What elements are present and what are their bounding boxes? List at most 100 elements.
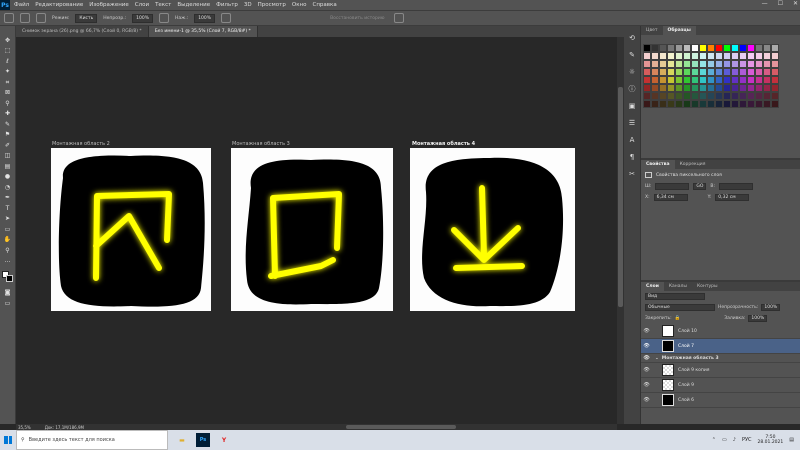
- visibility-eye-icon[interactable]: 👁: [641, 367, 652, 373]
- swatch[interactable]: [739, 44, 747, 52]
- menu-select[interactable]: Выделение: [177, 2, 210, 8]
- swatch[interactable]: [707, 92, 715, 100]
- swatch[interactable]: [683, 44, 691, 52]
- swatch[interactable]: [771, 100, 779, 108]
- start-button[interactable]: [0, 430, 16, 450]
- swatch[interactable]: [731, 100, 739, 108]
- network-icon[interactable]: ▭: [722, 437, 727, 443]
- swatch[interactable]: [747, 68, 755, 76]
- swatch[interactable]: [691, 52, 699, 60]
- swatch[interactable]: [643, 92, 651, 100]
- swatch[interactable]: [643, 60, 651, 68]
- swatch[interactable]: [707, 84, 715, 92]
- pressure-size-icon[interactable]: [393, 13, 404, 23]
- swatch[interactable]: [683, 100, 691, 108]
- swatch[interactable]: [667, 52, 675, 60]
- swatch[interactable]: [707, 76, 715, 84]
- horizontal-scroll-thumb[interactable]: [346, 425, 456, 429]
- swatch[interactable]: [683, 60, 691, 68]
- swatch[interactable]: [691, 100, 699, 108]
- swatch[interactable]: [723, 76, 731, 84]
- zoom-level[interactable]: 35,5%: [18, 425, 31, 430]
- paragraph-panel-icon[interactable]: ¶: [627, 151, 638, 162]
- swatch[interactable]: [771, 60, 779, 68]
- notifications-icon[interactable]: ▤: [789, 437, 794, 443]
- swatch[interactable]: [731, 68, 739, 76]
- swatch[interactable]: [739, 68, 747, 76]
- swatch[interactable]: [659, 92, 667, 100]
- y-field[interactable]: 0,32 см: [715, 194, 750, 201]
- taskbar-search[interactable]: ⚲ Введите здесь текст для поиска: [16, 430, 168, 450]
- swatch[interactable]: [731, 76, 739, 84]
- swatch[interactable]: [691, 84, 699, 92]
- swatch[interactable]: [715, 60, 723, 68]
- width-field[interactable]: [655, 183, 690, 190]
- swatch[interactable]: [763, 76, 771, 84]
- tab-untitled-document[interactable]: Без имени-1 @ 35,5% (Слой 7, RGB/8#) *: [148, 26, 258, 37]
- swatch[interactable]: [667, 76, 675, 84]
- character-panel-icon[interactable]: A: [627, 134, 638, 145]
- dodge-tool-icon[interactable]: ◔: [3, 183, 12, 192]
- libraries-icon[interactable]: ☰: [627, 117, 638, 128]
- swatch[interactable]: [723, 84, 731, 92]
- frame-tool-icon[interactable]: ⊠: [3, 89, 12, 98]
- swatch[interactable]: [675, 60, 683, 68]
- layer-opacity-field[interactable]: 100%: [761, 304, 781, 311]
- swatch[interactable]: [723, 52, 731, 60]
- swatch[interactable]: [755, 92, 763, 100]
- swatch[interactable]: [675, 76, 683, 84]
- link-icon[interactable]: GO: [693, 183, 707, 190]
- swatch[interactable]: [667, 84, 675, 92]
- swatch[interactable]: [715, 68, 723, 76]
- swatch[interactable]: [659, 84, 667, 92]
- screen-mode-icon[interactable]: ▭: [3, 299, 12, 308]
- menu-file[interactable]: Файл: [14, 2, 29, 8]
- mode-select[interactable]: Кисть: [75, 13, 98, 23]
- swatch[interactable]: [715, 100, 723, 108]
- maximize-button[interactable]: ☐: [778, 0, 783, 7]
- swatch[interactable]: [659, 100, 667, 108]
- swatch[interactable]: [707, 100, 715, 108]
- swatch[interactable]: [763, 68, 771, 76]
- swatch[interactable]: [691, 68, 699, 76]
- swatch[interactable]: [699, 60, 707, 68]
- close-button[interactable]: ✕: [793, 0, 798, 7]
- history-panel-icon[interactable]: ⟲: [627, 32, 638, 43]
- layer-row[interactable]: 👁 Слой 10: [641, 324, 800, 339]
- swatch[interactable]: [747, 100, 755, 108]
- swatch[interactable]: [763, 52, 771, 60]
- more-tools-icon[interactable]: …: [3, 257, 12, 266]
- menu-window[interactable]: Окно: [292, 2, 307, 8]
- swatch[interactable]: [691, 60, 699, 68]
- layer-row[interactable]: 👁 Слой 9 копия: [641, 363, 800, 378]
- swatch[interactable]: [643, 76, 651, 84]
- chevron-down-icon[interactable]: ⌄: [655, 356, 659, 361]
- eraser-icon[interactable]: ◫: [3, 152, 12, 161]
- swatch[interactable]: [771, 52, 779, 60]
- clone-stamp-icon[interactable]: ⚑: [3, 131, 12, 140]
- swatch[interactable]: [675, 52, 683, 60]
- swatch[interactable]: [691, 44, 699, 52]
- swatch[interactable]: [667, 92, 675, 100]
- swatch[interactable]: [723, 100, 731, 108]
- clock[interactable]: 7:50 28.01.2021: [758, 435, 784, 446]
- artboard-3[interactable]: [231, 148, 393, 311]
- tab-paths[interactable]: Контуры: [692, 282, 723, 291]
- vertical-scrollbar[interactable]: [617, 37, 624, 424]
- minimize-button[interactable]: —: [762, 0, 768, 7]
- swatch[interactable]: [667, 100, 675, 108]
- type-tool-icon[interactable]: T: [3, 204, 12, 213]
- swatch[interactable]: [715, 52, 723, 60]
- artboard-4-label[interactable]: Монтажная область 4: [412, 141, 475, 147]
- swatch[interactable]: [715, 92, 723, 100]
- swatch[interactable]: [643, 44, 651, 52]
- swatch[interactable]: [747, 76, 755, 84]
- swatch[interactable]: [683, 84, 691, 92]
- visibility-eye-icon[interactable]: 👁: [641, 382, 652, 388]
- hand-tool-icon[interactable]: ✋: [3, 236, 12, 245]
- tools-panel-icon[interactable]: ✂: [627, 168, 638, 179]
- swatch[interactable]: [747, 60, 755, 68]
- layer-filter-select[interactable]: Вид: [645, 293, 705, 300]
- brush-tool-icon[interactable]: ✎: [3, 120, 12, 129]
- tab-adjustments[interactable]: Коррекция: [675, 160, 711, 169]
